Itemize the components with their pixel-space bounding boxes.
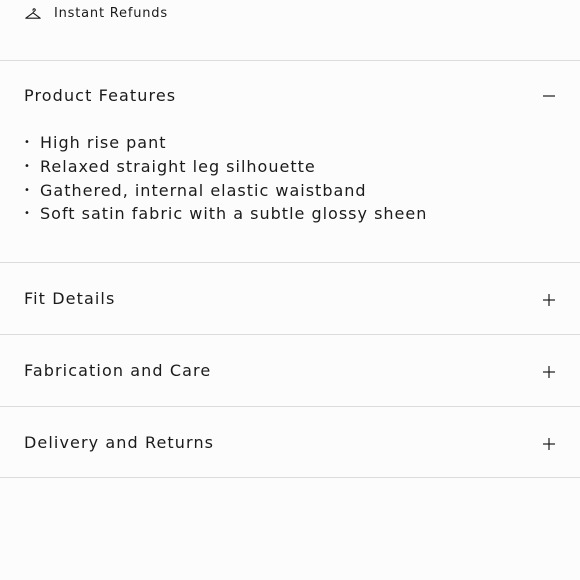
bullet: • (24, 161, 31, 173)
plus-icon[interactable] (542, 292, 556, 306)
accordion-product-features[interactable]: Product Features (0, 60, 580, 131)
accordion-title: Fabrication and Care (24, 361, 212, 380)
accordion-title: Product Features (24, 85, 177, 105)
divider (0, 477, 580, 478)
instant-refunds-row: Instant Refunds (24, 4, 168, 22)
product-features-list: • High rise pant • Relaxed straight leg … (24, 131, 427, 226)
bullet: • (24, 184, 31, 196)
accordion-delivery-and-returns[interactable]: Delivery and Returns (0, 407, 580, 478)
product-details-panel: Instant Refunds Product Features • High … (0, 0, 580, 580)
list-item: • Soft satin fabric with a subtle glossy… (24, 202, 427, 226)
list-item: • Relaxed straight leg silhouette (24, 155, 427, 179)
feature-text: Gathered, internal elastic waistband (40, 180, 367, 200)
feature-text: Soft satin fabric with a subtle glossy s… (40, 204, 428, 224)
plus-icon[interactable] (542, 364, 556, 378)
accordion-fabrication-and-care[interactable]: Fabrication and Care (0, 335, 580, 406)
accordion-fit-details[interactable]: Fit Details (0, 263, 580, 334)
instant-refunds-label: Instant Refunds (54, 5, 168, 21)
bullet: • (24, 208, 31, 220)
list-item: • High rise pant (24, 131, 427, 155)
feature-text: Relaxed straight leg silhouette (40, 157, 316, 177)
hanger-icon (24, 6, 42, 20)
bullet: • (24, 137, 31, 149)
accordion-title: Delivery and Returns (24, 433, 215, 452)
list-item: • Gathered, internal elastic waistband (24, 178, 427, 202)
plus-icon[interactable] (542, 436, 556, 450)
accordion-title: Fit Details (24, 289, 116, 308)
minus-icon[interactable] (542, 88, 556, 102)
feature-text: High rise pant (40, 133, 167, 153)
